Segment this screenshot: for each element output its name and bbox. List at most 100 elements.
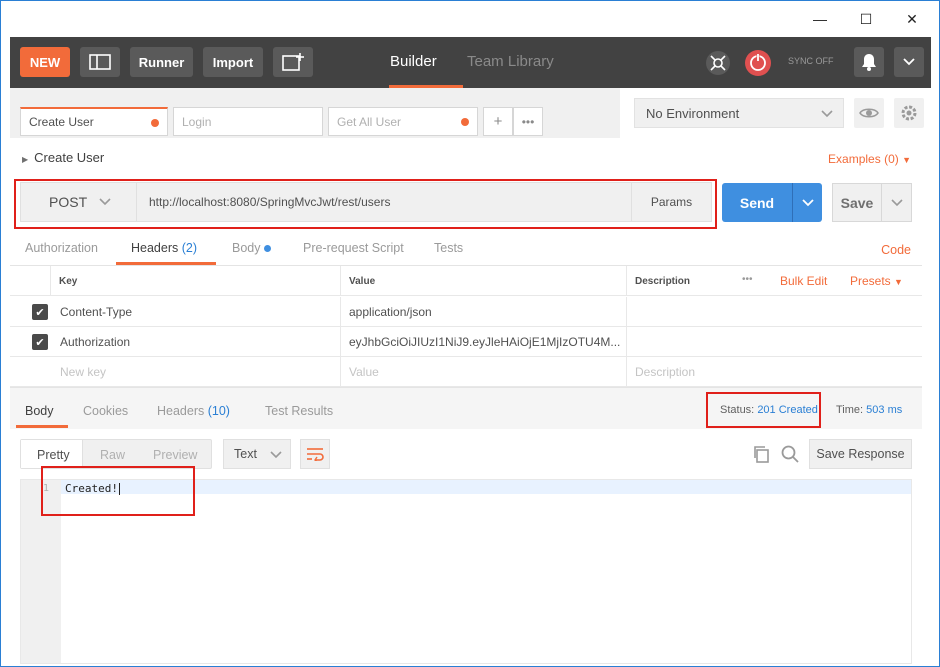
runner-button[interactable]: Runner xyxy=(130,47,193,77)
examples-label: Examples (0) xyxy=(828,152,899,166)
search-icon[interactable] xyxy=(779,443,801,465)
gear-icon xyxy=(901,105,917,121)
response-tab-headers-count: (10) xyxy=(207,404,230,418)
response-tab-body[interactable]: Body xyxy=(25,404,54,418)
close-icon[interactable]: ✕ xyxy=(889,1,935,37)
chevron-down-icon xyxy=(903,58,915,66)
send-button[interactable]: Send xyxy=(722,183,792,222)
view-pretty[interactable]: Pretty xyxy=(37,448,70,462)
unsaved-dot-icon xyxy=(151,119,159,127)
request-name[interactable]: ▶ Create User xyxy=(22,150,104,165)
quick-look-button[interactable] xyxy=(854,98,884,128)
chevron-down-icon xyxy=(821,110,833,118)
copy-icon[interactable] xyxy=(750,443,772,465)
headers-table: Key Value Description ••• Bulk Edit Pres… xyxy=(10,265,922,387)
tab-body[interactable]: Body xyxy=(232,241,271,255)
tab-pre-request-script[interactable]: Pre-request Script xyxy=(303,241,404,255)
request-builder: Create User Login Get All User + ••• No … xyxy=(10,88,931,664)
code-link[interactable]: Code xyxy=(881,243,911,257)
table-row: ✔ Authorization eyJhbGciOiJIUzI1NiJ9.eyJ… xyxy=(10,327,922,357)
column-header-value: Value xyxy=(340,266,626,296)
request-tab-get-all-user[interactable]: Get All User xyxy=(328,107,478,136)
header-description-cell[interactable] xyxy=(626,297,922,327)
header-enabled-checkbox[interactable]: ✔ xyxy=(32,334,48,350)
header-description-cell[interactable] xyxy=(626,327,922,357)
settings-dropdown-button[interactable] xyxy=(894,47,924,77)
unsaved-dot-icon xyxy=(461,118,469,126)
view-preview[interactable]: Preview xyxy=(153,448,197,462)
toggle-sidebar-button[interactable] xyxy=(80,47,120,77)
new-window-button[interactable] xyxy=(273,47,313,77)
minimize-icon[interactable]: — xyxy=(797,1,843,37)
presets-dropdown[interactable]: Presets ▼ xyxy=(850,274,903,288)
request-name-text: Create User xyxy=(34,150,105,165)
presets-label: Presets xyxy=(850,274,891,288)
tab-team-library[interactable]: Team Library xyxy=(467,53,554,70)
main-toolbar: NEW Runner Import Builder Team Library S… xyxy=(10,37,931,88)
manage-environments-button[interactable] xyxy=(894,98,924,128)
chevron-down-icon xyxy=(890,198,903,206)
save-dropdown-button[interactable] xyxy=(882,183,912,222)
caret-down-icon: ▼ xyxy=(902,155,911,165)
app-window: — ☐ ✕ NEW Runner Import Builder Team Lib… xyxy=(0,0,940,667)
chevron-down-icon xyxy=(801,198,814,206)
interceptor-icon[interactable] xyxy=(703,48,733,78)
wrap-lines-button[interactable] xyxy=(300,439,330,469)
caret-down-icon: ▼ xyxy=(894,277,903,287)
notifications-button[interactable] xyxy=(854,47,884,77)
add-tab-button[interactable]: + xyxy=(483,107,513,136)
view-raw[interactable]: Raw xyxy=(100,448,125,462)
body-indicator-icon xyxy=(263,245,271,253)
new-value-input[interactable]: Value xyxy=(340,357,626,387)
highlight-box-status xyxy=(706,392,821,428)
column-header-key: Key xyxy=(50,266,340,296)
ellipsis-icon[interactable]: ••• xyxy=(742,274,753,285)
tab-body-label: Body xyxy=(232,241,261,255)
new-description-input[interactable]: Description xyxy=(626,357,922,387)
save-button[interactable]: Save xyxy=(832,183,882,222)
tab-builder[interactable]: Builder xyxy=(390,53,437,70)
more-tabs-button[interactable]: ••• xyxy=(513,107,543,136)
active-response-tab-underline xyxy=(16,425,68,428)
environment-select[interactable]: No Environment xyxy=(634,98,844,128)
header-value-cell[interactable]: eyJhbGciOiJIUzI1NiJ9.eyJleHAiOjE1MjIzOTU… xyxy=(340,327,626,357)
tab-headers-count: (2) xyxy=(181,241,198,255)
send-dropdown-button[interactable] xyxy=(792,183,822,222)
import-button[interactable]: Import xyxy=(203,47,263,77)
maximize-icon[interactable]: ☐ xyxy=(843,1,889,37)
tab-authorization[interactable]: Authorization xyxy=(25,241,98,255)
highlight-box-body xyxy=(41,466,195,516)
new-window-icon xyxy=(282,53,304,71)
format-select[interactable]: Text xyxy=(223,439,291,469)
request-tab-create-user[interactable]: Create User xyxy=(20,107,168,136)
response-tab-headers[interactable]: Headers (10) xyxy=(157,404,230,418)
tab-tests[interactable]: Tests xyxy=(434,241,463,255)
table-row-new: New key Value Description xyxy=(10,357,922,387)
header-key-cell[interactable]: Authorization xyxy=(50,327,340,357)
highlight-box-url xyxy=(14,179,717,229)
ellipsis-icon: ••• xyxy=(521,114,535,129)
save-response-button[interactable]: Save Response xyxy=(809,439,912,469)
caret-right-icon: ▶ xyxy=(22,155,29,164)
new-key-input[interactable]: New key xyxy=(50,357,340,387)
bulk-edit-link[interactable]: Bulk Edit xyxy=(780,274,827,288)
header-value-cell[interactable]: application/json xyxy=(340,297,626,327)
table-row: ✔ Content-Type application/json xyxy=(10,297,922,327)
request-tab-login[interactable]: Login xyxy=(173,107,323,136)
response-tab-headers-label: Headers xyxy=(157,404,205,418)
response-tab-test-results[interactable]: Test Results xyxy=(265,404,333,418)
sidebar-icon xyxy=(89,54,111,70)
environment-value: No Environment xyxy=(646,105,740,121)
response-tab-cookies[interactable]: Cookies xyxy=(83,404,128,418)
examples-dropdown[interactable]: Examples (0) ▼ xyxy=(828,152,911,166)
format-value: Text xyxy=(234,447,257,461)
new-button[interactable]: NEW xyxy=(20,47,70,77)
request-tab-label: Login xyxy=(182,114,212,129)
table-header-row: Key Value Description ••• Bulk Edit Pres… xyxy=(10,266,922,296)
header-key-cell[interactable]: Content-Type xyxy=(50,297,340,327)
sync-icon[interactable] xyxy=(743,48,773,78)
view-mode-group: Pretty Raw Preview xyxy=(20,439,212,469)
title-bar: — ☐ ✕ xyxy=(1,1,939,37)
tab-headers[interactable]: Headers (2) xyxy=(131,241,197,255)
header-enabled-checkbox[interactable]: ✔ xyxy=(32,304,48,320)
